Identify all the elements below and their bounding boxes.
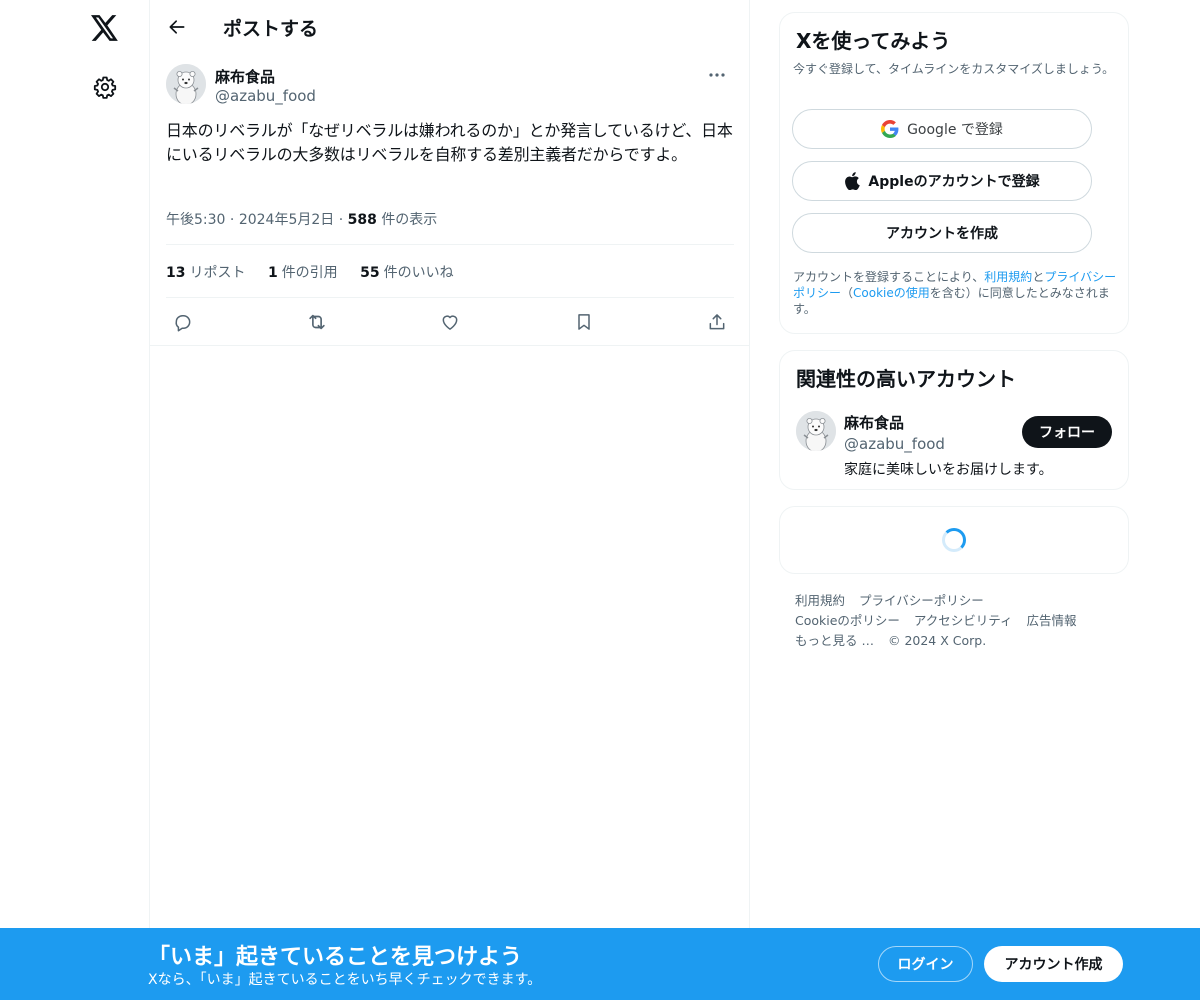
- footer-link-cookie[interactable]: Cookieのポリシー: [795, 613, 900, 628]
- banner-title: 「いま」起きていることを見つけよう: [148, 945, 523, 970]
- stat-likes[interactable]: 55 件のいいね: [360, 262, 453, 282]
- bear-avatar-icon: [796, 411, 836, 451]
- like-icon: [442, 315, 458, 330]
- gear-icon: [93, 76, 117, 99]
- related-title: 関連性の高いアカウント: [796, 367, 1016, 391]
- more-dots-icon: [709, 73, 725, 77]
- post-date[interactable]: 2024年5月2日: [239, 212, 334, 228]
- share-button[interactable]: [700, 305, 734, 339]
- footer-link-accessibility[interactable]: アクセシビリティ: [914, 613, 1013, 628]
- share-icon: [709, 314, 725, 330]
- copyright: © 2024 X Corp.: [887, 633, 987, 648]
- x-logo-icon: [91, 15, 118, 41]
- signup-card: Xを使ってみよう 今すぐ登録して、タイムラインをカスタマイズしましょう。 Goo…: [779, 12, 1129, 334]
- post-meta: 午後5:30 · 2024年5月2日 · 588 件の表示: [166, 209, 437, 229]
- views-label: 件の表示: [381, 212, 438, 228]
- signup-button[interactable]: アカウント作成: [984, 946, 1123, 982]
- related-account-bio: 家庭に美味しいをお届けします。: [844, 462, 1053, 478]
- footer-link-ads[interactable]: 広告情報: [1027, 613, 1077, 628]
- left-nav: [0, 0, 150, 1000]
- loading-card: [779, 506, 1129, 574]
- divider: [166, 297, 734, 298]
- related-account-handle[interactable]: @azabu_food: [844, 435, 945, 453]
- top-bar: ポストする: [150, 0, 750, 53]
- bookmark-icon: [577, 314, 590, 330]
- post-stats: 13 リポスト 1 件の引用 55 件のいいね: [166, 262, 472, 282]
- back-button[interactable]: [160, 10, 194, 44]
- x-logo-button[interactable]: [81, 4, 129, 52]
- signup-subtitle: 今すぐ登録して、タイムラインをカスタマイズしましょう。: [793, 62, 1115, 76]
- arrow-left-icon: [169, 20, 185, 34]
- create-account-button[interactable]: アカウントを作成: [792, 213, 1092, 253]
- divider: [150, 345, 750, 346]
- bookmark-button[interactable]: [567, 305, 601, 339]
- apple-signup-button[interactable]: Appleのアカウントで登録: [792, 161, 1092, 201]
- footer-links: 利用規約 プライバシーポリシー Cookieのポリシー アクセシビリティ 広告情…: [795, 591, 1115, 651]
- author-name[interactable]: 麻布食品: [215, 66, 275, 87]
- page-title: ポストする: [223, 18, 319, 40]
- footer-link-more[interactable]: もっと見る …: [795, 633, 874, 648]
- post-text: 日本のリベラルが「なぜリベラルは嫌われるのか」とか発言しているけど、日本にいるリ…: [166, 121, 733, 164]
- post-actions: [166, 305, 734, 339]
- google-signup-label: Google で登録: [907, 122, 1003, 138]
- divider: [166, 244, 734, 245]
- reply-icon: [175, 315, 191, 332]
- loading-spinner-icon: [942, 528, 966, 552]
- reply-button[interactable]: [166, 305, 200, 339]
- terms-notice: アカウントを登録することにより、利用規約とプライバシーポリシー（Cookieの使…: [793, 270, 1117, 316]
- footer-link-privacy[interactable]: プライバシーポリシー: [859, 593, 984, 608]
- post-author: 麻布食品 @azabu_food: [166, 64, 734, 108]
- more-options-button[interactable]: [700, 64, 734, 86]
- login-button[interactable]: ログイン: [878, 946, 973, 982]
- apple-icon: [845, 172, 861, 190]
- google-signup-button[interactable]: Google で登録: [792, 109, 1092, 149]
- repost-icon: [308, 314, 325, 330]
- like-button[interactable]: [433, 305, 467, 339]
- stat-quotes[interactable]: 1 件の引用: [268, 262, 338, 282]
- google-icon: [881, 120, 899, 138]
- cookie-link[interactable]: Cookieの使用: [853, 286, 930, 300]
- settings-button[interactable]: [81, 63, 129, 111]
- related-accounts-card: 関連性の高いアカウント 麻布食品 @azabu_food 家庭に美味しいをお届け…: [779, 350, 1129, 490]
- views-count: 588: [347, 212, 377, 228]
- terms-link[interactable]: 利用規約: [984, 270, 1032, 284]
- meta-separator: ·: [338, 212, 348, 228]
- bottom-signup-banner: 「いま」起きていることを見つけよう Xなら、「いま」起きていることをいち早くチェ…: [0, 928, 1200, 1000]
- stat-reposts[interactable]: 13 リポスト: [166, 262, 245, 282]
- post-time[interactable]: 午後5:30: [166, 212, 225, 228]
- footer-link-terms[interactable]: 利用規約: [795, 593, 845, 608]
- banner-subtitle: Xなら、「いま」起きていることをいち早くチェックできます。: [148, 972, 542, 988]
- avatar[interactable]: [796, 411, 836, 451]
- author-handle[interactable]: @azabu_food: [215, 87, 316, 105]
- signup-title: Xを使ってみよう: [796, 29, 951, 53]
- related-account-name[interactable]: 麻布食品: [844, 412, 904, 433]
- avatar[interactable]: [166, 64, 206, 104]
- apple-signup-label: Appleのアカウントで登録: [868, 174, 1040, 190]
- repost-button[interactable]: [300, 305, 334, 339]
- meta-separator: ·: [229, 212, 239, 228]
- bear-avatar-icon: [166, 64, 206, 104]
- main-column: ポストする 麻布食品 @azabu_food 日本のリベラルが「なぜリベラルは嫌…: [149, 0, 750, 1000]
- create-account-label: アカウントを作成: [886, 226, 998, 242]
- follow-button[interactable]: フォロー: [1022, 416, 1112, 448]
